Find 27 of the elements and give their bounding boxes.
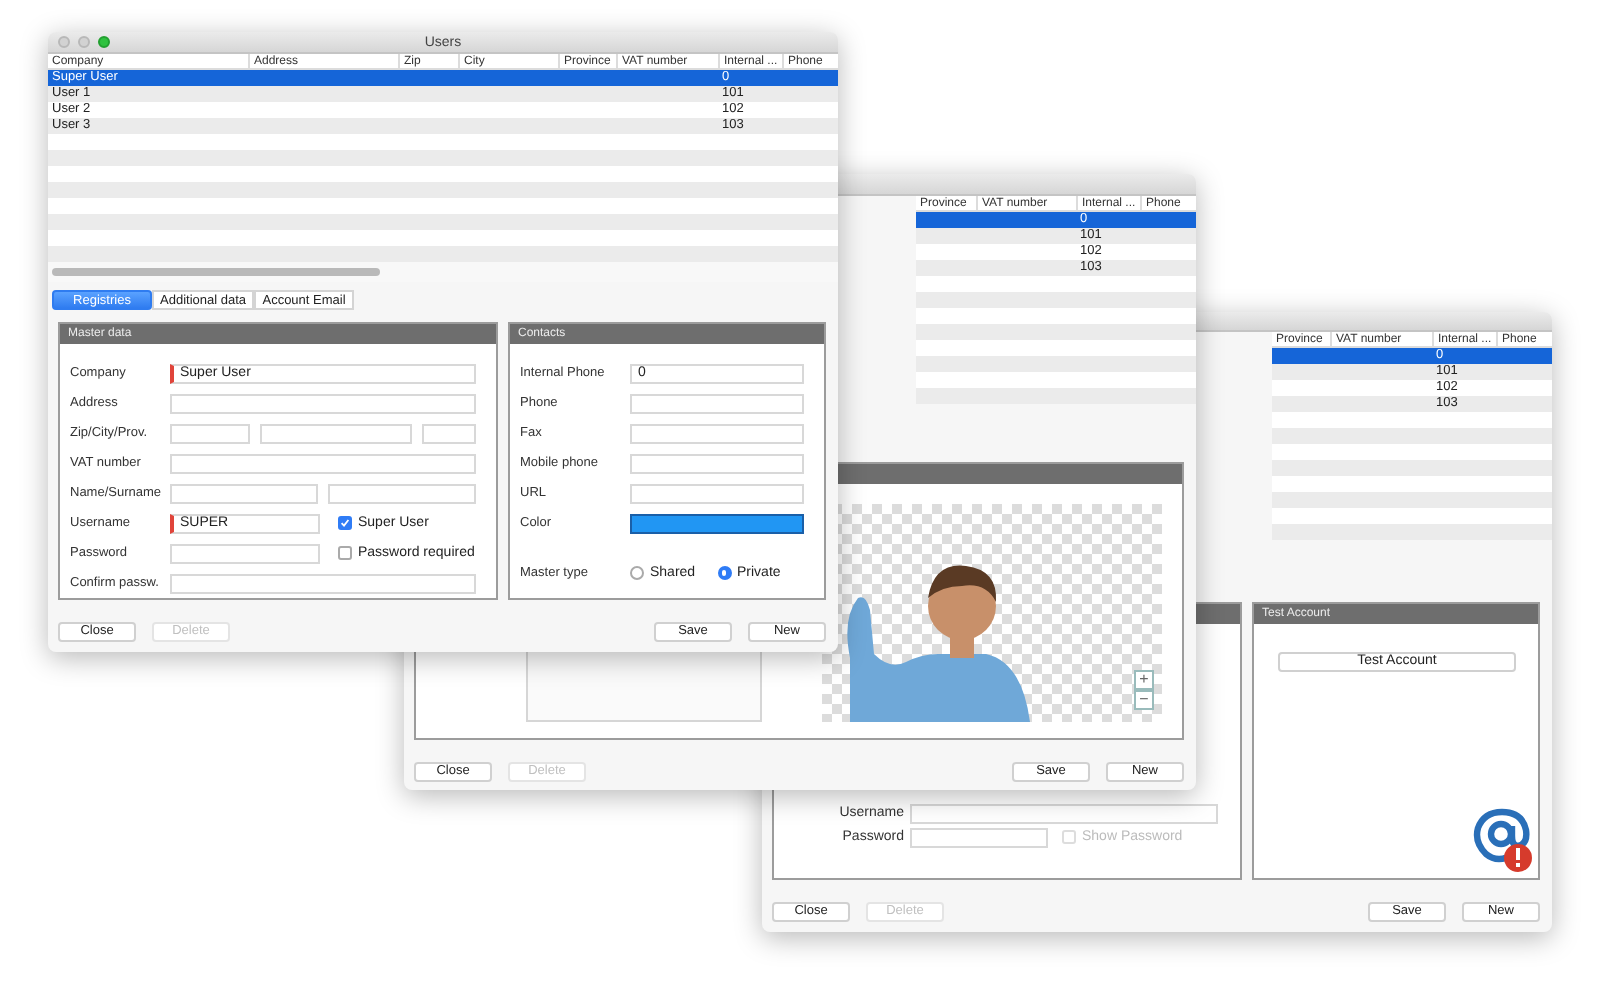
input-field[interactable] <box>421 423 476 443</box>
input-field[interactable] <box>170 453 476 473</box>
minimize-button[interactable] <box>78 36 90 48</box>
zoom-button[interactable] <box>98 36 110 48</box>
input-field[interactable] <box>259 423 412 443</box>
input-field[interactable] <box>170 423 250 443</box>
radio-button[interactable] <box>630 566 644 580</box>
input-field[interactable] <box>630 423 804 443</box>
input-field[interactable] <box>910 803 1218 823</box>
input-field[interactable] <box>328 483 476 503</box>
email-alert-icon <box>1470 806 1534 874</box>
color-field[interactable] <box>630 513 804 533</box>
input-field[interactable] <box>170 483 318 503</box>
checkbox[interactable] <box>338 546 352 560</box>
close-button[interactable] <box>58 36 70 48</box>
checkbox[interactable] <box>338 516 352 530</box>
input-field[interactable] <box>910 827 1048 847</box>
input-field[interactable] <box>630 453 804 473</box>
input-field[interactable] <box>630 483 804 503</box>
input-field[interactable] <box>170 573 476 593</box>
radio-button[interactable] <box>717 566 731 580</box>
input-field[interactable] <box>630 393 804 413</box>
zoom-button[interactable]: + <box>1134 670 1154 690</box>
input-field[interactable] <box>170 543 320 563</box>
input-field[interactable] <box>170 393 476 413</box>
zoom-button[interactable]: − <box>1134 690 1154 710</box>
scrollbar-thumb[interactable] <box>52 268 380 276</box>
